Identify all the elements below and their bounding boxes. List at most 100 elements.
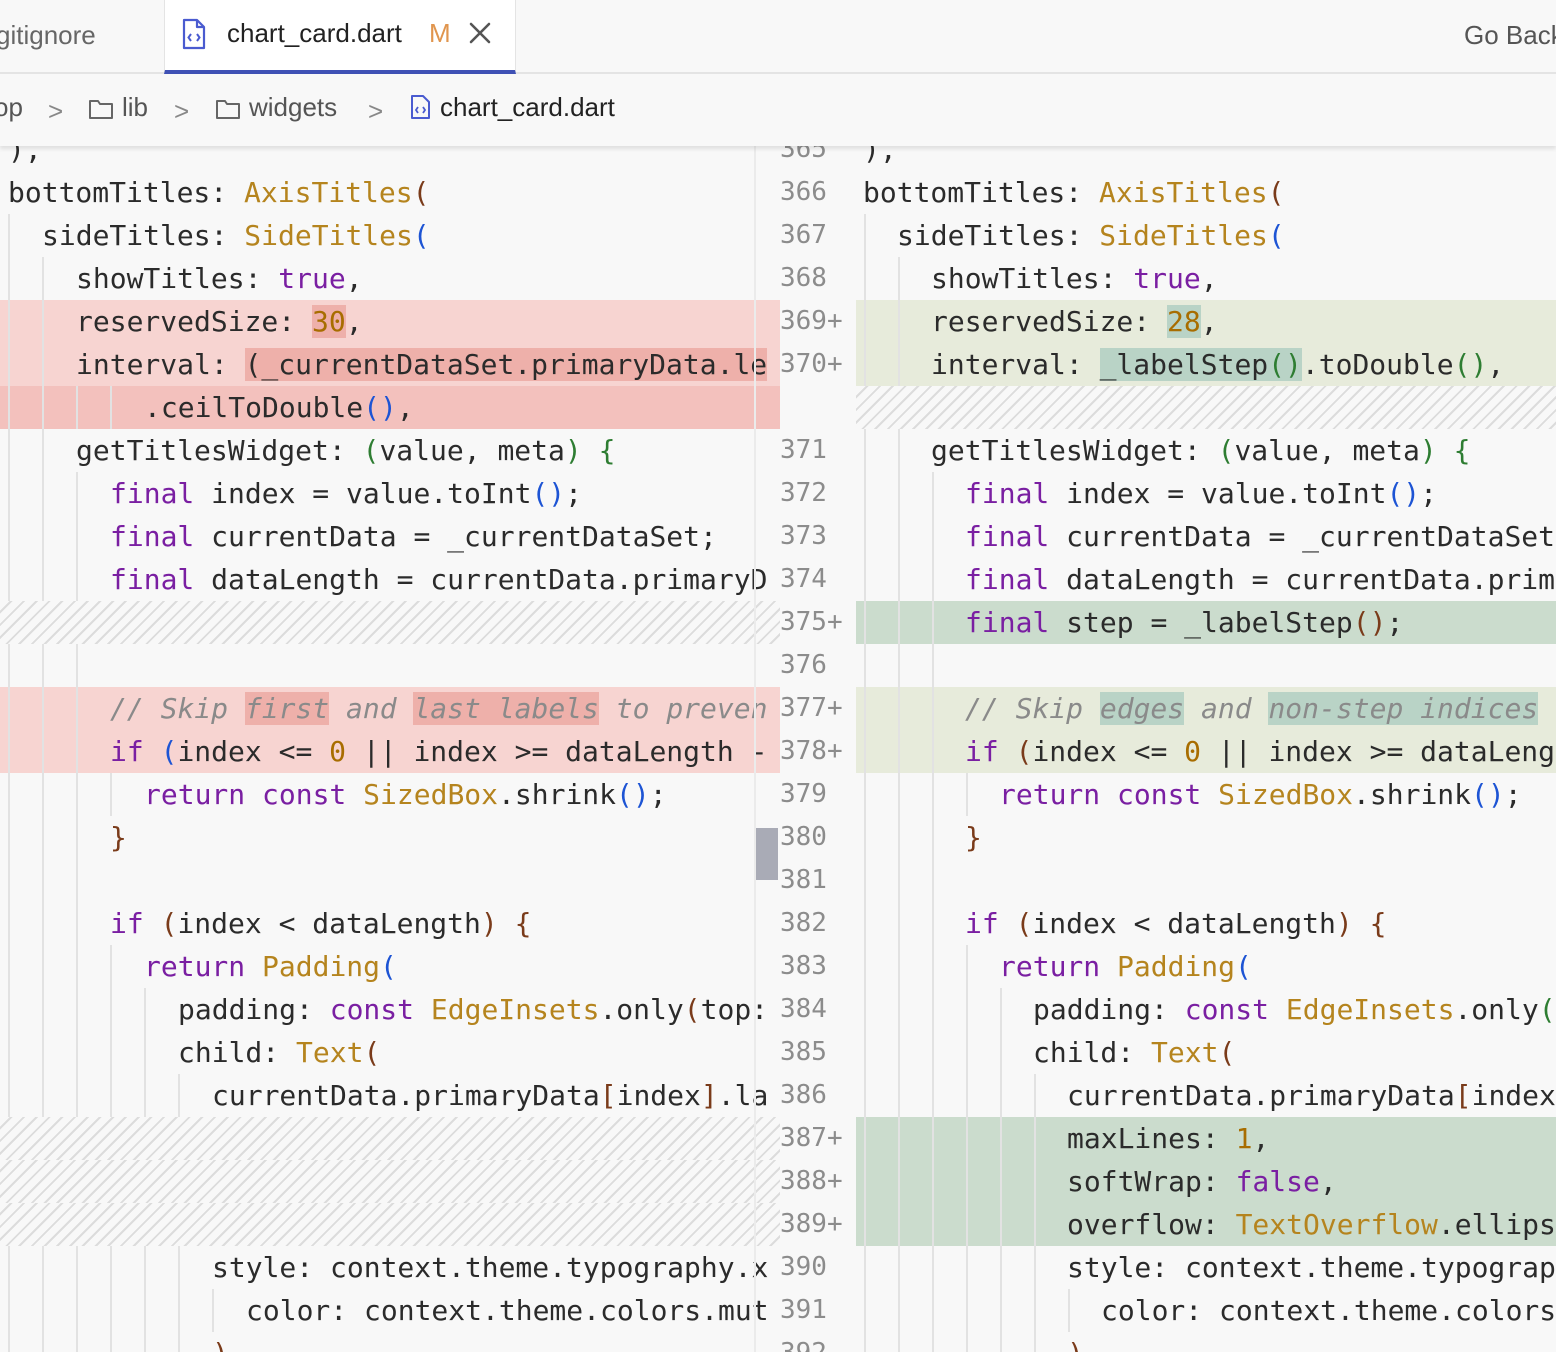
breadcrumb-item-lib[interactable]: lib: [88, 92, 148, 123]
code-token: edges: [1099, 692, 1185, 725]
indent-guide: [932, 730, 934, 773]
indent-guide: [898, 1203, 900, 1246]
tab-gitignore[interactable]: gitignore: [0, 0, 164, 74]
indent-guide: [110, 1289, 112, 1332]
code-line: padding: const EdgeInsets.only(: [856, 988, 1556, 1031]
breadcrumb-label: chart_card.dart: [440, 92, 615, 122]
code-token: to preven: [598, 692, 768, 725]
code-token: getTitlesWidget:: [76, 434, 363, 467]
tab-label: gitignore: [0, 20, 96, 50]
code-token: ): [564, 434, 582, 467]
code-token: return: [999, 950, 1118, 983]
indent-guide: [932, 644, 934, 687]
code-token: Text: [1151, 1036, 1219, 1069]
code-line: return const SizedBox.shrink();: [0, 773, 780, 816]
code-line: final step = _labelStep();: [856, 601, 1556, 644]
tab-chart-card-dart[interactable]: chart_card.dart M: [164, 0, 516, 74]
code-token: currentData = _currentDataSet;: [194, 520, 717, 553]
indent-guide: [864, 1117, 866, 1160]
code-token: sideTitles:: [897, 219, 1100, 252]
indent-guide: [966, 1203, 968, 1246]
indent-guide: [932, 859, 934, 902]
code-line: if (index <= 0 || index >= dataLeng: [856, 730, 1556, 773]
code-token: 0: [1184, 735, 1202, 768]
breadcrumb-item-widgets[interactable]: widgets: [215, 92, 337, 123]
code-token: (): [1471, 778, 1505, 811]
code-token: ;: [565, 477, 583, 510]
code-token: .only: [599, 993, 684, 1026]
code-token: 0: [329, 735, 347, 768]
code-token: ,: [1200, 262, 1218, 295]
indent-guide: [898, 300, 900, 343]
indent-guide: [42, 902, 44, 945]
line-number: 382: [780, 908, 827, 938]
code-token: and: [329, 692, 414, 725]
indent-guide: [864, 1246, 866, 1289]
code-line: return const SizedBox.shrink();: [856, 773, 1556, 816]
indent-guide: [76, 816, 78, 859]
diff-editor[interactable]: ), bottomTitles: AxisTitles(sideTitles: S…: [0, 146, 1556, 1352]
indent-guide: [932, 988, 934, 1031]
code-token: index < dataLength: [177, 907, 481, 940]
indent-guide: [1034, 1332, 1036, 1352]
diff-modified-pane[interactable]: ), bottomTitles: AxisTitles(sideTitles: S…: [856, 146, 1556, 1352]
code-token: (: [1538, 993, 1556, 1026]
indent-guide: [8, 386, 10, 429]
indent-guide: [144, 988, 146, 1031]
code-text: color: context.theme.colors: [1101, 1289, 1556, 1332]
code-token: [: [599, 1079, 617, 1112]
line-number: 374: [780, 564, 827, 594]
code-token: .shrink: [1353, 778, 1472, 811]
indent-guide: [932, 1117, 934, 1160]
code-token: ),: [8, 146, 42, 166]
code-token: ,: [345, 305, 363, 338]
code-text: if (index <= 0 || index >= dataLeng: [965, 730, 1555, 773]
code-token: final: [965, 606, 1050, 639]
indent-guide: [932, 773, 934, 816]
code-line: .ceilToDouble(),: [0, 386, 780, 429]
close-icon[interactable]: [465, 18, 497, 50]
code-line: if (index <= 0 || index >= dataLength -: [0, 730, 780, 773]
indent-guide: [144, 1031, 146, 1074]
line-number-gutter: 365 366 367 368 369+ 370+ 371 372 373 374 375+ 376 3…: [780, 146, 856, 1352]
code-token: ,: [1319, 1165, 1337, 1198]
scrollbar-thumb[interactable]: [756, 828, 778, 880]
code-text: return Padding(: [999, 945, 1252, 988]
indent-guide: [864, 1031, 866, 1074]
code-text: final currentData = _currentDataSet;: [110, 515, 717, 558]
code-token: AxisTitles: [244, 176, 413, 209]
line-number: 387+: [780, 1123, 843, 1153]
breadcrumb-item-project[interactable]: op: [0, 92, 23, 123]
indent-guide: [1034, 1160, 1036, 1203]
indent-guide: [42, 515, 44, 558]
code-token: interval:: [931, 348, 1100, 381]
indent-guide: [178, 1074, 180, 1117]
code-text: interval: (_currentDataSet.primaryData.l…: [76, 343, 768, 386]
code-token: (: [683, 993, 701, 1026]
indent-guide: [110, 773, 112, 816]
code-token: index <=: [177, 735, 330, 768]
code-token: dataLength = currentData.primaryD: [194, 563, 768, 596]
indent-guide: [76, 945, 78, 988]
go-back-button[interactable]: Go Back: [1464, 20, 1556, 51]
breadcrumb-item-file[interactable]: chart_card.dart: [410, 92, 615, 123]
indent-guide: [932, 1203, 934, 1246]
tab-bar: gitignore chart_card.dart M Go Back: [0, 0, 1556, 74]
line-number: 384: [780, 994, 827, 1024]
indent-guide: [42, 1246, 44, 1289]
code-token: showTitles:: [76, 262, 279, 295]
diff-original-pane[interactable]: ), bottomTitles: AxisTitles(sideTitles: S…: [0, 146, 780, 1352]
code-text: // Skip edges and non-step indices: [965, 687, 1539, 730]
indent-guide: [864, 644, 866, 687]
code-token: // Skip: [965, 692, 1100, 725]
code-token: (): [1268, 348, 1302, 381]
code-line: style: context.theme.typograp: [856, 1246, 1556, 1289]
indent-guide: [932, 1160, 934, 1203]
code-token: bottomTitles:: [863, 176, 1100, 209]
code-text: getTitlesWidget: (value, meta) {: [76, 429, 615, 472]
code-token: (_currentDataSet.primaryData.le: [244, 348, 768, 381]
code-text: return const SizedBox.shrink();: [999, 773, 1522, 816]
code-token: TextOverflow: [1235, 1208, 1438, 1241]
code-token: ),: [212, 1337, 246, 1352]
